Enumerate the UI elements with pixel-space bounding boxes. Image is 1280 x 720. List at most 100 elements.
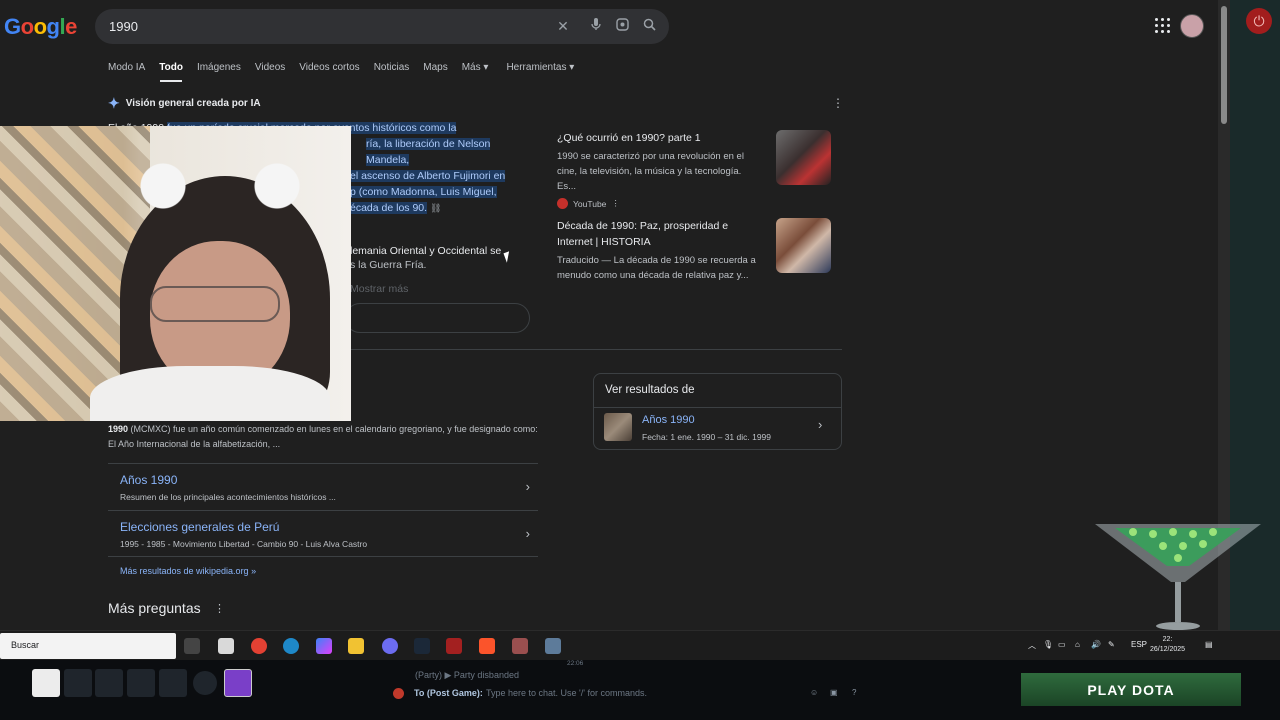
task-view-icon[interactable] <box>184 638 200 654</box>
discord-icon[interactable] <box>382 638 398 654</box>
headset-icon[interactable] <box>193 671 217 695</box>
scrollbar-thumb[interactable] <box>1221 6 1227 124</box>
chrome-icon[interactable] <box>251 638 267 654</box>
webcam-headband <box>125 156 315 216</box>
taskbar-search[interactable]: Buscar <box>0 633 176 659</box>
search-input[interactable]: 1990 <box>109 19 138 34</box>
ai-overview-heading: ✦ Visión general creada por IA <box>108 95 261 112</box>
tab-herramientas[interactable]: Herramientas ▾ <box>506 62 574 73</box>
emoji-icon[interactable]: ☺ <box>810 688 818 697</box>
lens-icon[interactable] <box>613 17 631 35</box>
clear-icon[interactable]: ✕ <box>554 17 572 35</box>
tab-videos[interactable]: Videos <box>255 62 285 73</box>
party-slot[interactable] <box>159 669 187 697</box>
chat-channel-icon <box>393 688 404 699</box>
caret-down-icon: ▾ <box>483 62 489 73</box>
network-icon[interactable]: ⌂ <box>1075 640 1080 649</box>
entity-results-box: Ver resultados de Años 1990 Fecha: 1 ene… <box>593 373 842 450</box>
copilot-icon[interactable] <box>316 638 332 654</box>
wiki-sitelink[interactable]: Años 1990 Resumen de los principales aco… <box>108 463 538 510</box>
entity-link[interactable]: Años 1990 <box>642 414 695 426</box>
caret-down-icon: ▾ <box>569 62 575 73</box>
notifications-icon[interactable]: ▤ <box>1205 640 1213 649</box>
tab-todo[interactable]: Todo <box>159 62 183 73</box>
tab-mas[interactable]: Más ▾ <box>462 62 489 73</box>
brave-icon[interactable] <box>479 638 495 654</box>
party-slot[interactable] <box>95 669 123 697</box>
ai-faded-text: Mostrar más <box>350 283 409 295</box>
entity-results-title: Ver resultados de <box>605 384 695 396</box>
card-title[interactable]: Década de 1990: Paz, prosperidad e Inter… <box>557 218 762 250</box>
clock-time: 22: <box>1162 636 1173 643</box>
chevron-right-icon[interactable]: › <box>526 526 530 541</box>
webcam-shirt <box>90 366 330 421</box>
tab-videos-cortos[interactable]: Videos cortos <box>299 62 359 73</box>
game-overlay-bar: 22:06 (Party) ▶ Party disbanded To (Post… <box>0 660 1280 720</box>
divider <box>594 407 841 408</box>
chat-channel-label[interactable]: To (Post Game): <box>414 688 483 698</box>
display-icon[interactable]: ▭ <box>1058 640 1066 649</box>
more-options-icon[interactable]: ⋮ <box>832 96 844 110</box>
wiki-sitelink[interactable]: Elecciones generales de Perú 1995 - 1985… <box>108 510 538 557</box>
edge-icon[interactable] <box>283 638 299 654</box>
chevron-right-icon[interactable]: › <box>526 479 530 494</box>
clock[interactable]: 22: 26/12/2025 <box>1150 635 1185 655</box>
ai-text-highlight: ría, la liberación de Nelson Mandela, <box>366 138 491 166</box>
party-slot[interactable] <box>127 669 155 697</box>
sitelink-title[interactable]: Elecciones generales de Perú <box>120 520 279 534</box>
tray-chevron-icon[interactable]: ︿ <box>1028 640 1036 651</box>
volume-icon[interactable]: 🔊 <box>1091 640 1101 649</box>
search-icon[interactable] <box>640 17 658 35</box>
card-thumbnail[interactable] <box>776 218 831 273</box>
more-results-link[interactable]: Más resultados de wikipedia.org » <box>120 566 256 576</box>
sitelink-title[interactable]: Años 1990 <box>120 473 177 487</box>
clock-date: 26/12/2025 <box>1150 646 1186 653</box>
help-icon[interactable]: ? <box>852 688 856 697</box>
tab-modo-ia[interactable]: Modo IA <box>108 62 145 73</box>
chevron-right-icon[interactable]: › <box>818 417 822 432</box>
taskbar: Buscar ︿ 🎙 ▭ ⌂ 🔊 ✎ ESP 22: 26/12/2025 ▤ <box>0 630 1280 660</box>
pen-icon[interactable]: ✎ <box>1108 640 1115 649</box>
ai-overview-title: Visión general creada por IA <box>125 98 261 109</box>
source-card[interactable]: Década de 1990: Paz, prosperidad e Inter… <box>557 218 842 283</box>
card-desc: 1990 se caracterizó por una revolución e… <box>557 151 744 192</box>
webcam-glasses <box>150 286 280 322</box>
chat-status: (Party) ▶ Party disbanded <box>415 670 519 680</box>
link-icon[interactable]: ⛓ <box>430 203 441 213</box>
tab-imagenes[interactable]: Imágenes <box>197 62 241 73</box>
chat-settings-icon[interactable]: ▣ <box>830 688 838 697</box>
folder-icon[interactable] <box>348 638 364 654</box>
mic-icon[interactable]: 🎙 <box>1043 640 1053 649</box>
power-icon[interactable]: ⏻ <box>1246 8 1272 34</box>
language-indicator[interactable]: ESP <box>1131 640 1147 649</box>
microphone-icon[interactable] <box>587 17 605 35</box>
google-logo[interactable]: Google <box>4 14 77 40</box>
dota-icon[interactable] <box>446 638 462 654</box>
tab-noticias[interactable]: Noticias <box>374 62 410 73</box>
more-options-icon[interactable]: ⋮ <box>214 602 225 615</box>
hero-portrait[interactable] <box>224 669 252 697</box>
entity-thumbnail[interactable] <box>604 413 632 441</box>
more-options-icon[interactable]: ⋮ <box>611 198 620 209</box>
apps-grid-icon[interactable] <box>1155 18 1171 34</box>
account-avatar[interactable] <box>1180 14 1204 38</box>
party-slot[interactable] <box>64 669 92 697</box>
play-dota-button[interactable]: PLAY DOTA <box>1021 673 1241 706</box>
search-box[interactable]: 1990 ✕ <box>95 9 669 44</box>
party-avatar[interactable] <box>32 669 60 697</box>
entity-date: Fecha: 1 ene. 1990 – 31 dic. 1999 <box>642 432 772 442</box>
cocktail-overlay <box>1095 524 1261 630</box>
show-more-button[interactable] <box>345 303 530 333</box>
sitelink-desc: Resumen de los principales acontecimient… <box>120 492 336 502</box>
calculator-icon[interactable] <box>545 638 561 654</box>
card-thumbnail[interactable] <box>776 130 831 185</box>
store-icon[interactable] <box>218 638 234 654</box>
ai-paragraph-2b: s la Guerra Fría. <box>350 259 427 271</box>
tab-maps[interactable]: Maps <box>423 62 447 73</box>
source-card[interactable]: ¿Qué ocurrió en 1990? parte 1 1990 se ca… <box>557 130 842 209</box>
ai-text-highlight: el ascenso de Alberto Fujimori en <box>350 170 506 182</box>
sparkle-icon: ✦ <box>108 95 120 111</box>
app-icon[interactable] <box>512 638 528 654</box>
steam-icon[interactable] <box>414 638 430 654</box>
chat-input[interactable]: Type here to chat. Use '/' for commands. <box>486 688 647 698</box>
